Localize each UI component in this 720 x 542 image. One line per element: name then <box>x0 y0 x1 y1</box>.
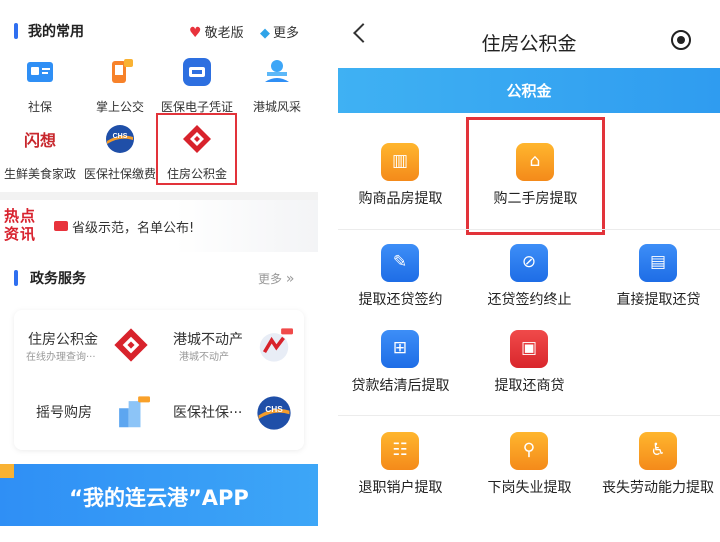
gov-title: 政务服务 <box>30 271 86 287</box>
flash-logo: 闪想 <box>23 131 56 150</box>
item-repay-terminate[interactable]: ⊘ 还贷签约终止 <box>467 244 592 334</box>
elder-mode-label: 敬老版 <box>204 26 244 41</box>
item-buy-new-house[interactable]: ▥ 购商品房提取 <box>338 143 463 233</box>
app-social-security[interactable]: 社保 <box>0 56 80 126</box>
heart-icon: ♥ <box>189 25 202 41</box>
service-lottery-house[interactable]: 摇号购房 <box>14 380 159 450</box>
app-label: 港城风采 <box>252 100 301 114</box>
app-city-scenery[interactable]: 港城风采 <box>237 56 317 126</box>
app-label: 社保 <box>27 100 52 114</box>
item-unemployment[interactable]: ⚲ 下岗失业提取 <box>467 432 592 522</box>
housing-fund-icon <box>114 328 148 362</box>
item-disability[interactable]: ♿ 丧失劳动能力提取 <box>596 432 720 522</box>
item-loan-settled[interactable]: ⊞ 贷款结清后提取 <box>338 330 463 420</box>
more-label: 更多 <box>273 26 300 41</box>
gov-more-label: 更多 <box>258 272 283 286</box>
item-direct-repay[interactable]: ▤ 直接提取还贷 <box>596 244 720 334</box>
service-name: 医保社保··· <box>173 405 243 421</box>
service-name: 摇号购房 <box>36 405 92 421</box>
fresh-food-icon: 闪想 <box>20 123 60 155</box>
svg-text:CHS: CHS <box>265 404 283 414</box>
service-sub: 港城不动产 <box>179 352 229 363</box>
app-label: 医保社保缴费 <box>83 167 156 181</box>
item-label: 下岗失业提取 <box>487 480 572 496</box>
app-fresh-food[interactable]: 闪想 生鲜美食家政 <box>0 123 80 193</box>
gov-services-card: 住房公积金 在线办理查询··· 港城不动产 港城不动产 摇号购房 医保社保···… <box>14 310 304 450</box>
service-sub: 在线办理查询··· <box>26 352 96 363</box>
svg-text:CHS: CHS <box>113 133 128 140</box>
double-chevron-icon: » <box>285 271 295 287</box>
section-title: 我的常用 <box>28 24 84 40</box>
gov-services-header: 政务服务 更多 » <box>0 266 318 290</box>
row-divider <box>338 229 720 230</box>
elder-mode-button[interactable]: ♥ 敬老版 <box>189 22 244 41</box>
item-label: 直接提取还贷 <box>616 292 701 308</box>
service-real-estate[interactable]: 港城不动产 港城不动产 <box>159 310 304 380</box>
city-scenery-icon <box>265 60 289 82</box>
page-title: 住房公积金 <box>481 33 577 55</box>
item-commercial-loan[interactable]: ▣ 提取还商贷 <box>467 330 592 420</box>
service-housing-fund[interactable]: 住房公积金 在线办理查询··· <box>14 310 159 380</box>
tab-housing-fund[interactable]: 公积金 <box>338 68 720 113</box>
tab-label: 公积金 <box>506 82 552 100</box>
left-phone-screen: 我的常用 ♥ 敬老版 ◆ 更多 社保 掌上公交 医保电子凭证 港城风采 闪想 生… <box>0 0 318 542</box>
section-marker <box>14 23 18 39</box>
app-bus[interactable]: 掌上公交 <box>80 56 160 126</box>
item-label: 贷款结清后提取 <box>351 378 450 394</box>
chs-icon: CHS <box>257 396 291 430</box>
building-icon: ▥ <box>381 143 419 181</box>
gov-more-button[interactable]: 更多 » <box>258 270 294 287</box>
app-banner: “我的连云港”APP <box>0 464 318 526</box>
highlight-box-second-hand <box>466 117 605 235</box>
item-resign-close[interactable]: ☷ 退职销户提取 <box>338 432 463 522</box>
person-door-icon: ⚲ <box>510 432 548 470</box>
id-card-icon: ☷ <box>381 432 419 470</box>
right-phone-screen: 住房公积金 公积金 ▥ 购商品房提取 ⌂ 购二手房提取 ✎ 提取还贷签约 ⊘ 还… <box>338 0 720 542</box>
chs-icon: CHS <box>106 125 134 153</box>
social-security-icon <box>27 62 53 82</box>
building-icon <box>119 396 150 428</box>
service-medical-social[interactable]: 医保社保··· CHS <box>159 380 304 450</box>
nav-bar: 住房公积金 <box>338 0 720 68</box>
hot-news-bar[interactable]: 热点资讯 省级示范，名单公布! <box>0 200 318 252</box>
service-name: 住房公积金 <box>28 332 98 348</box>
section-marker <box>14 270 18 286</box>
hot-news-title: 热点资讯 <box>4 207 37 243</box>
target-icon[interactable] <box>671 30 691 50</box>
more-button[interactable]: ◆ 更多 <box>260 22 299 41</box>
section-divider <box>0 192 318 200</box>
service-name: 港城不动产 <box>173 332 243 348</box>
medical-insurance-icon <box>183 58 211 86</box>
real-estate-icon <box>259 328 293 362</box>
item-label: 购商品房提取 <box>358 191 443 207</box>
wheelchair-icon: ♿ <box>639 432 677 470</box>
calculator-icon: ⊞ <box>381 330 419 368</box>
app-label: 生鲜美食家政 <box>3 167 76 181</box>
app-insurance-payment[interactable]: CHS 医保社保缴费 <box>80 123 160 193</box>
atm-icon: ▤ <box>639 244 677 282</box>
item-label: 提取还商贷 <box>494 378 565 394</box>
item-label: 提取还贷签约 <box>358 292 443 308</box>
item-label: 丧失劳动能力提取 <box>602 480 714 496</box>
banner-text: “我的连云港”APP <box>69 486 249 510</box>
app-label: 掌上公交 <box>95 100 144 114</box>
corner-accent <box>0 464 14 478</box>
hot-news-text: 省级示范，名单公布! <box>72 221 195 236</box>
diamond-icon: ◆ <box>260 26 270 41</box>
item-label: 退职销户提取 <box>358 480 443 496</box>
bus-icon <box>112 59 133 83</box>
sign-pen-icon: ✎ <box>381 244 419 282</box>
highlight-box-housing-fund <box>156 113 237 185</box>
briefcase-icon: ▣ <box>510 330 548 368</box>
news-tag-icon <box>54 221 68 231</box>
row-divider <box>338 415 720 416</box>
item-repay-sign[interactable]: ✎ 提取还贷签约 <box>338 244 463 334</box>
doc-cancel-icon: ⊘ <box>510 244 548 282</box>
item-label: 还贷签约终止 <box>487 292 572 308</box>
my-favorites-header: 我的常用 ♥ 敬老版 ◆ 更多 <box>0 18 318 44</box>
